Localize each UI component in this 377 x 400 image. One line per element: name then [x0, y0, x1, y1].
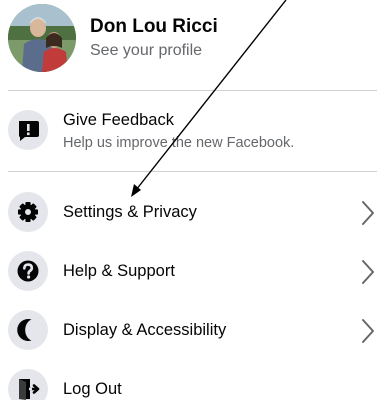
question-icon	[8, 251, 48, 291]
settings-privacy-item[interactable]: Settings & Privacy	[0, 190, 377, 234]
moon-icon	[8, 310, 48, 350]
profile-row[interactable]: Don Lou Ricci See your profile	[0, 0, 377, 85]
chevron-right-icon	[362, 260, 374, 284]
log-out-item[interactable]: Log Out	[0, 367, 377, 400]
exclamation-icon	[8, 110, 48, 150]
account-menu: Don Lou Ricci See your profile Give Feed…	[0, 0, 377, 400]
profile-name: Don Lou Ricci	[90, 16, 218, 37]
give-feedback-subtitle: Help us improve the new Facebook.	[63, 135, 295, 151]
see-profile-link[interactable]: See your profile	[90, 42, 202, 60]
chevron-right-icon	[362, 201, 374, 225]
divider	[8, 171, 377, 172]
settings-privacy-label: Settings & Privacy	[63, 203, 197, 221]
display-accessibility-label: Display & Accessibility	[63, 321, 227, 339]
help-support-item[interactable]: Help & Support	[0, 249, 377, 293]
give-feedback-label: Give Feedback	[63, 111, 174, 129]
display-accessibility-item[interactable]: Display & Accessibility	[0, 308, 377, 352]
chevron-right-icon	[362, 319, 374, 343]
gear-icon	[8, 192, 48, 232]
give-feedback-item[interactable]: Give Feedback Help us improve the new Fa…	[0, 108, 377, 158]
log-out-label: Log Out	[63, 380, 122, 398]
divider	[8, 90, 377, 91]
log-out-icon	[8, 369, 48, 400]
avatar[interactable]	[8, 4, 76, 72]
help-support-label: Help & Support	[63, 262, 175, 280]
